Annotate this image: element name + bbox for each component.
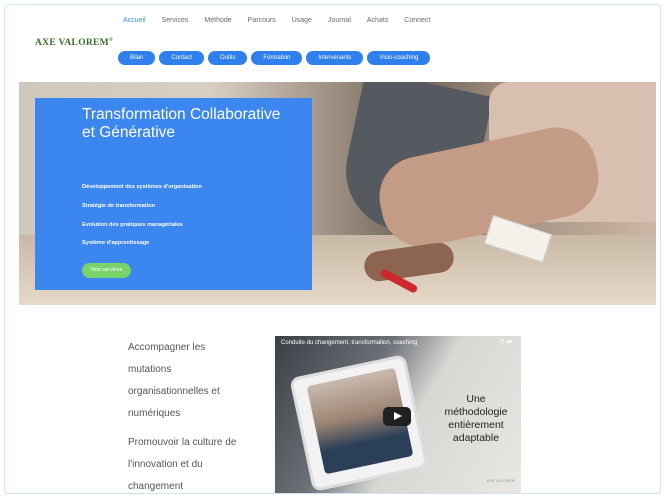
video-share-icon[interactable]: ⏱ ➦ xyxy=(499,339,513,347)
video-overlay-line-2: méthodologie xyxy=(444,406,508,418)
hero-title: Transformation Collaborative et Générati… xyxy=(82,106,281,141)
video-overlay-line-1: Une xyxy=(466,393,486,405)
visio-coaching-button[interactable]: Visio-coaching xyxy=(367,51,431,65)
hero-bullet-4: Système d'apprentissage xyxy=(82,240,150,246)
nav-item-journal[interactable]: Journal xyxy=(320,17,359,24)
body-line-6: l'innovation et du xyxy=(128,459,203,470)
nav-item-accueil[interactable]: Accueil xyxy=(115,17,154,24)
top-navigation: Accueil Services Méthode Parcours Usage … xyxy=(115,17,438,24)
video-overlay-line-4: adaptable xyxy=(452,432,500,444)
site-logo[interactable]: AXE VALOREM® xyxy=(35,38,113,48)
contact-button[interactable]: Contact xyxy=(159,51,205,65)
nav-item-usage[interactable]: Usage xyxy=(284,17,320,24)
body-line-4: numériques xyxy=(128,408,181,419)
formation-button[interactable]: Formation xyxy=(251,51,303,65)
nav-item-parcours[interactable]: Parcours xyxy=(240,17,284,24)
hero-bullet-2: Stratégie de transformation xyxy=(82,203,156,209)
hero-bullet-3: Evolution des pratiques managériales xyxy=(82,222,183,228)
hero-panel: Transformation Collaborative et Générati… xyxy=(35,98,312,290)
intervenants-button[interactable]: Intervenants xyxy=(306,51,364,65)
nav-item-connect[interactable]: Connect xyxy=(396,17,438,24)
body-line-2: mutations xyxy=(128,364,172,375)
video-title[interactable]: Conduite du changement, transformation, … xyxy=(281,340,417,346)
hero-banner: Transformation Collaborative et Générati… xyxy=(19,82,656,305)
nav-item-achats[interactable]: Achats xyxy=(359,17,396,24)
video-player[interactable]: Conduite du changement, transformation, … xyxy=(275,336,521,493)
logo-mark: ® xyxy=(108,38,113,43)
body-line-5: Promouvoir la culture de xyxy=(128,437,237,448)
body-line-3: organisationnelles et xyxy=(128,386,220,397)
body-line-1: Accompagner les xyxy=(128,342,206,353)
services-button[interactable]: Nos services xyxy=(82,263,132,278)
nav-item-methode[interactable]: Méthode xyxy=(196,17,239,24)
page-frame: Accueil Services Méthode Parcours Usage … xyxy=(4,4,661,494)
video-brand: AXE VALOREM xyxy=(486,478,515,483)
body-line-7: changement xyxy=(128,481,184,492)
nav-item-services[interactable]: Services xyxy=(154,17,197,24)
play-icon[interactable] xyxy=(383,407,411,426)
hero-bullet-1: Développement des systèmes d'organisatio… xyxy=(82,184,202,190)
bilan-button[interactable]: Bilan xyxy=(118,51,156,65)
video-overlay-line-3: entièrement xyxy=(448,419,504,431)
outils-button[interactable]: Outils xyxy=(208,51,248,65)
quick-links: Bilan Contact Outils Formation Intervena… xyxy=(118,51,431,65)
logo-text: AXE VALOREM xyxy=(35,38,109,49)
